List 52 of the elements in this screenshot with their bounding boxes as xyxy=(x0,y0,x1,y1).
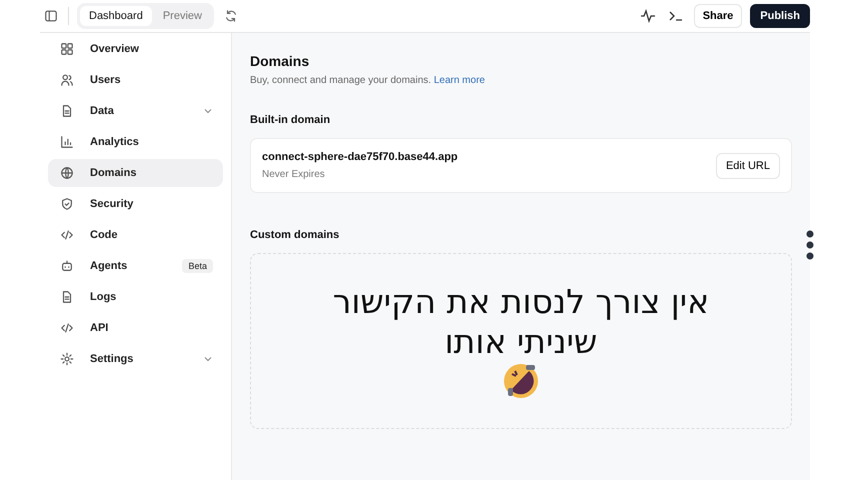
bar-chart-icon xyxy=(60,135,74,149)
share-button[interactable]: Share xyxy=(694,4,742,28)
page-title: Domains xyxy=(250,53,310,69)
sidebar-item[interactable]: Data xyxy=(48,97,223,125)
sidebar-label: Analytics xyxy=(90,136,140,148)
sidebar-item[interactable]: Analytics xyxy=(48,128,223,156)
sidebar-item[interactable]: Overview xyxy=(48,35,223,63)
tab[interactable]: Preview xyxy=(154,6,211,26)
laughing-emoji-icon xyxy=(502,362,540,400)
edit-url-button[interactable]: Edit URL xyxy=(716,152,780,178)
beta-badge: Beta xyxy=(182,259,213,273)
sidebar-item[interactable]: Code xyxy=(48,221,223,249)
grid-icon xyxy=(60,42,74,56)
sidebar-label: Security xyxy=(90,198,134,210)
sidebar-item[interactable]: Logs xyxy=(48,283,223,311)
section-heading: Built-in domain xyxy=(250,114,332,126)
learn-more-link[interactable]: Learn more xyxy=(434,75,485,86)
globe-icon xyxy=(60,166,74,180)
caption-text: שיניתי אותו xyxy=(444,322,598,362)
sidebar-item[interactable]: Settings xyxy=(48,345,223,373)
code-icon xyxy=(60,321,74,335)
sidebar-label: Agents xyxy=(90,260,128,272)
sidebar-label: Code xyxy=(90,229,118,241)
more-icon[interactable] xyxy=(804,228,816,262)
sidebar-label: API xyxy=(90,322,110,334)
page-subtitle: Buy, connect and manage your domains. Learn more xyxy=(250,75,486,86)
shield-icon xyxy=(60,197,74,211)
expiry-text: Never Expires xyxy=(262,169,326,180)
sidebar-item[interactable]: Domains xyxy=(48,159,223,187)
sidebar-label: Users xyxy=(90,74,122,86)
code-icon xyxy=(60,228,74,242)
sidebar-item[interactable]: Security xyxy=(48,190,223,218)
chevron-down-icon xyxy=(203,106,213,116)
sidebar-item[interactable]: Users xyxy=(48,66,223,94)
sidebar-label: Settings xyxy=(90,353,134,365)
sidebar-item[interactable]: API xyxy=(48,314,223,342)
gear-icon xyxy=(60,352,74,366)
tab[interactable]: Dashboard xyxy=(80,6,152,26)
section-heading: Custom domains xyxy=(250,229,340,241)
users-icon xyxy=(60,73,74,87)
caption-text: אין צורך לנסות את הקישור xyxy=(332,282,710,322)
chevron-down-icon xyxy=(203,354,213,364)
sidebar-label: Overview xyxy=(90,43,140,55)
domain-name: connect-sphere-dae75f70.base44.app xyxy=(262,151,459,163)
sidebar-item[interactable]: Agents Beta xyxy=(48,252,223,280)
sidebar-label: Logs xyxy=(90,291,118,303)
sidebar-label: Data xyxy=(90,105,115,117)
robot-icon xyxy=(60,259,74,273)
publish-button[interactable]: Publish xyxy=(750,4,810,28)
document-icon xyxy=(60,104,74,118)
document-icon xyxy=(60,290,74,304)
sidebar-label: Domains xyxy=(90,167,138,179)
